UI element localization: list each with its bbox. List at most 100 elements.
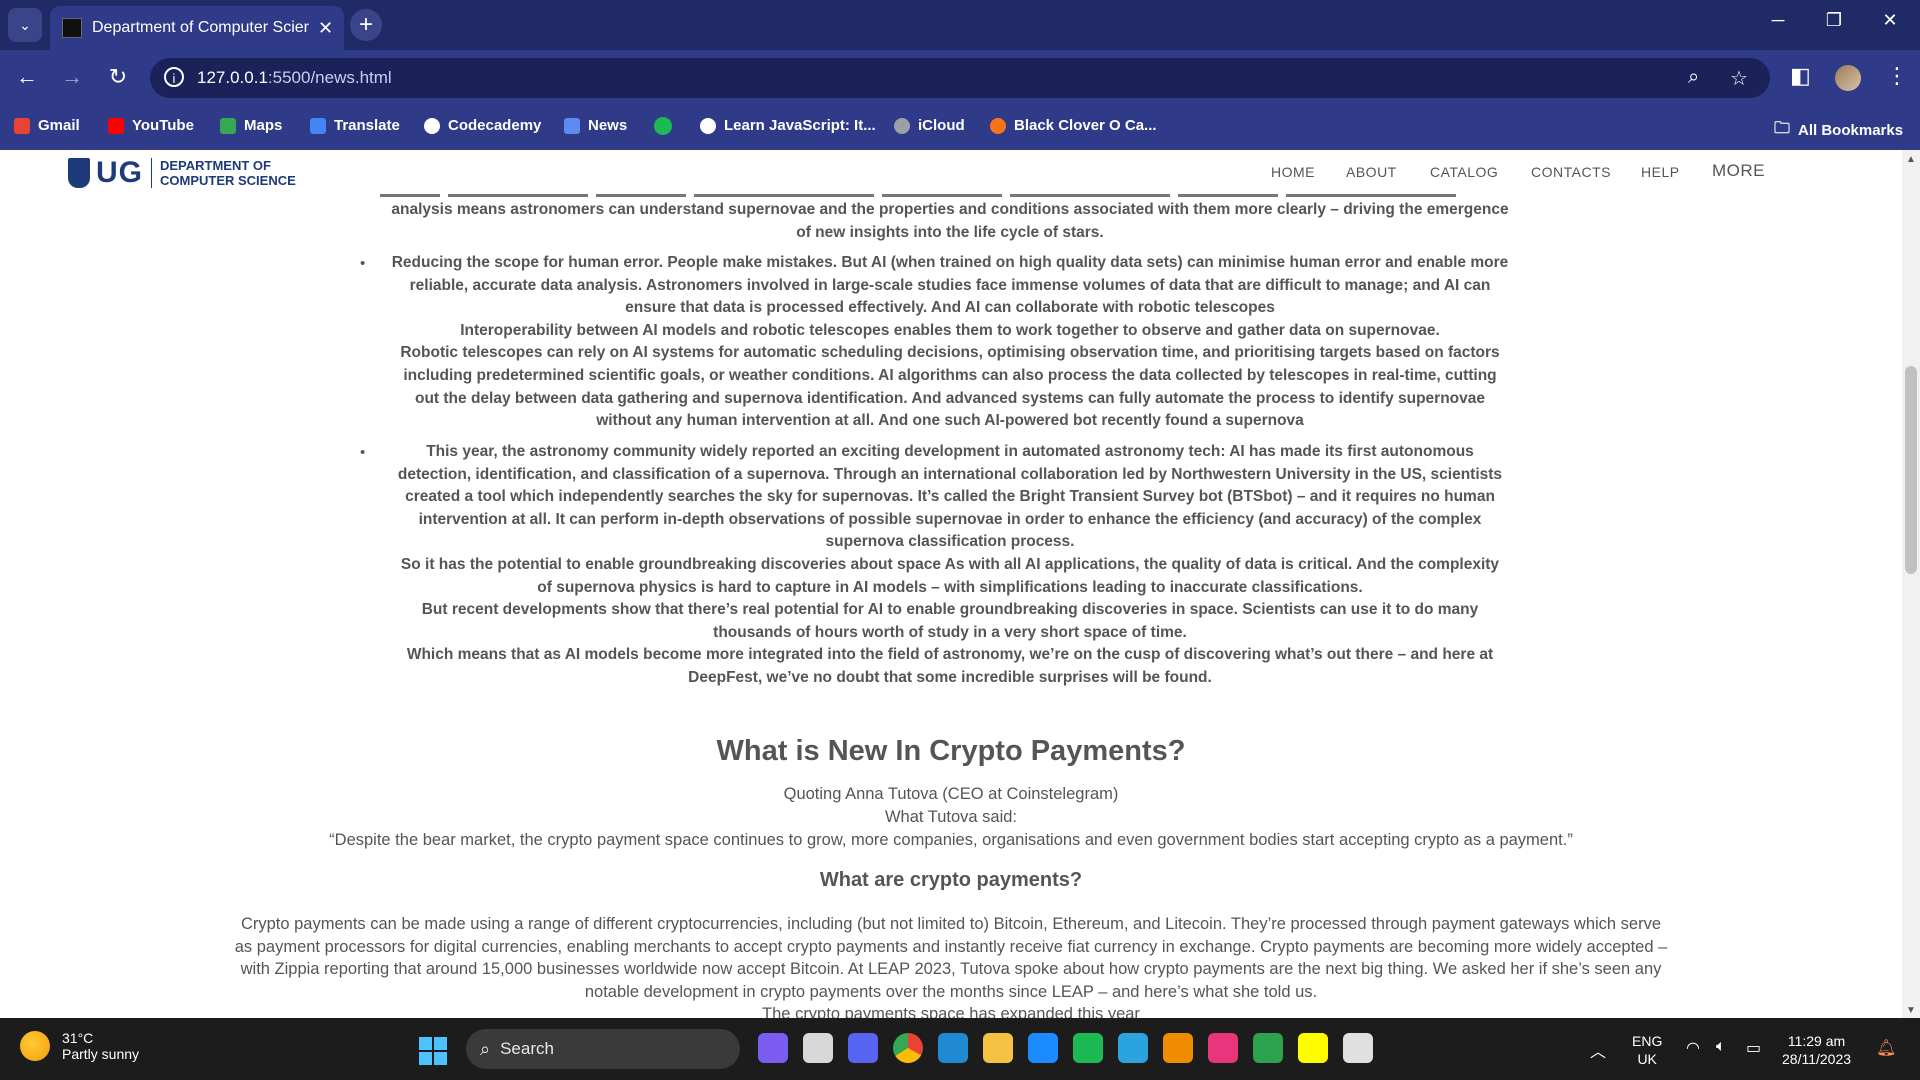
vlc-icon[interactable] — [1163, 1033, 1193, 1063]
bookmark-label: Maps — [244, 117, 283, 134]
bookmark-star-icon[interactable]: ☆ — [1730, 66, 1748, 91]
text-line: with Zippia reporting that around 15,000… — [240, 960, 1662, 979]
university-crest-icon — [68, 158, 90, 188]
lang-line-1: ENG — [1632, 1033, 1663, 1049]
crunchyroll-icon — [990, 117, 1006, 134]
text-line: out the delay between data gathering and… — [414, 389, 1486, 407]
restore-window-icon[interactable]: ❐ — [1814, 10, 1854, 31]
crypto-section-heading: What is New In Crypto Payments? — [716, 735, 1186, 767]
bookmarks-bar: Gmail YouTube Maps Translate Codecademy … — [0, 106, 1920, 150]
nav-contacts[interactable]: CONTACTS — [1531, 164, 1611, 180]
windows-start-icon[interactable] — [419, 1037, 447, 1065]
bookmark-black-clover[interactable]: Black Clover O Ca... — [990, 117, 1157, 134]
text-line: of supernova physics is hard to capture … — [537, 578, 1363, 596]
wifi-icon[interactable]: ◠ — [1686, 1038, 1700, 1058]
nav-home[interactable]: HOME — [1271, 164, 1315, 180]
url-path: :5500/news.html — [267, 68, 392, 87]
page-scrollbar[interactable]: ▲ ▼ — [1902, 150, 1920, 1018]
weather-description: Partly sunny — [62, 1046, 140, 1062]
all-bookmarks-label: All Bookmarks — [1798, 122, 1904, 139]
time-text: 11:29 am — [1787, 1033, 1846, 1049]
scrollbar-thumb[interactable] — [1905, 366, 1917, 574]
url-host: 127.0.0.1 — [197, 68, 268, 87]
bookmark-gmail[interactable]: Gmail — [14, 117, 80, 134]
url-text[interactable]: 127.0.0.1:5500/news.html — [197, 68, 392, 88]
site-header: UG DEPARTMENT OF COMPUTER SCIENCE HOME A… — [0, 150, 1902, 194]
bullet-btsbot: This year, the astronomy community widel… — [370, 441, 1530, 690]
bookmark-learn-javascript[interactable]: Learn JavaScript: It... — [700, 117, 876, 134]
nav-about[interactable]: ABOUT — [1346, 164, 1397, 180]
bookmark-label: News — [588, 117, 628, 134]
copilot-icon[interactable] — [758, 1033, 788, 1063]
taskbar-search[interactable]: ⌕ Search — [466, 1029, 740, 1069]
language-indicator[interactable]: ENG UK — [1632, 1032, 1662, 1068]
snapchat-icon[interactable] — [1298, 1033, 1328, 1063]
clock[interactable]: 11:29 am 28/11/2023 — [1782, 1032, 1851, 1068]
git-icon[interactable] — [1253, 1033, 1283, 1063]
active-tab[interactable]: Department of Computer Scier ✕ — [50, 6, 344, 50]
browser-tab-strip: ⌄ Department of Computer Scier ✕ + ─ ❐ ✕ — [0, 0, 1920, 50]
forward-arrow-icon[interactable]: → — [57, 64, 87, 90]
bookmark-label: Translate — [334, 117, 400, 134]
zoom-icon[interactable]: ⌕ — [1688, 66, 1699, 89]
logo-dept-text: DEPARTMENT OF COMPUTER SCIENCE — [160, 158, 296, 188]
battery-icon[interactable]: ▭ — [1746, 1038, 1761, 1058]
bookmark-news[interactable]: News — [564, 117, 627, 134]
side-panel-icon[interactable]: ◧ — [1790, 63, 1811, 89]
volume-icon[interactable]: 🔈︎ — [1716, 1038, 1726, 1056]
telegram-icon[interactable] — [1118, 1033, 1148, 1063]
text-line: This year, the astronomy community widel… — [426, 443, 1474, 460]
site-logo[interactable]: UG DEPARTMENT OF COMPUTER SCIENCE — [68, 156, 296, 190]
reload-icon[interactable]: ↻ — [103, 64, 133, 90]
bookmark-label: Black Clover O Ca... — [1014, 117, 1157, 134]
partly-sunny-icon — [20, 1031, 50, 1061]
tab-search-button[interactable]: ⌄ — [8, 8, 42, 42]
scroll-down-icon[interactable]: ▼ — [1906, 1005, 1916, 1016]
intellij-icon[interactable] — [1208, 1033, 1238, 1063]
scroll-up-icon[interactable]: ▲ — [1906, 154, 1916, 165]
bookmark-codecademy[interactable]: Codecademy — [424, 117, 541, 134]
bookmark-spotify[interactable] — [654, 117, 680, 135]
text-line: ensure that data is processed effectivel… — [625, 299, 1275, 317]
nav-help[interactable]: HELP — [1641, 164, 1680, 180]
text-line: of new insights into the life cycle of s… — [796, 223, 1104, 241]
bookmark-youtube[interactable]: YouTube — [108, 117, 194, 134]
browser-toolbar: ← → ↻ i 127.0.0.1:5500/news.html ⌕ ☆ ◧ ⋮ — [0, 50, 1920, 106]
app-store-icon[interactable] — [1028, 1033, 1058, 1063]
chevron-down-icon: ⌄ — [19, 16, 31, 33]
profile-avatar[interactable] — [1835, 65, 1861, 91]
site-info-icon[interactable]: i — [164, 67, 184, 87]
text-line: analysis means astronomers can understan… — [391, 201, 1509, 218]
file-stack-icon[interactable] — [803, 1033, 833, 1063]
address-bar[interactable]: i 127.0.0.1:5500/news.html ⌕ ☆ — [150, 58, 1770, 98]
cursor-icon[interactable] — [1343, 1033, 1373, 1063]
close-tab-icon[interactable]: ✕ — [318, 18, 333, 39]
discord-icon[interactable] — [848, 1033, 878, 1063]
more-menu-icon[interactable]: ⋮ — [1886, 63, 1908, 89]
vscode-icon[interactable] — [938, 1033, 968, 1063]
all-bookmarks-button[interactable]: 🗀 All Bookmarks — [1774, 117, 1903, 144]
close-window-icon[interactable]: ✕ — [1870, 10, 1910, 31]
bookmark-translate[interactable]: Translate — [310, 117, 400, 134]
bullet-reducing-human-error: Reducing the scope for human error. Peop… — [370, 252, 1530, 433]
crypto-paragraph: Crypto payments can be made using a rang… — [190, 913, 1712, 1018]
new-tab-button[interactable]: + — [350, 9, 382, 41]
back-arrow-icon[interactable]: ← — [12, 64, 42, 90]
spotify-icon[interactable] — [1073, 1033, 1103, 1063]
text-line: Reducing the scope for human error. Peop… — [391, 254, 1509, 271]
windows-taskbar: 31°C Partly sunny ⌕ Search ︿ ENG UK ◠ 🔈︎… — [0, 1018, 1920, 1080]
minimize-window-icon[interactable]: ─ — [1758, 10, 1798, 31]
globe-icon — [424, 117, 440, 134]
file-explorer-icon[interactable] — [983, 1033, 1013, 1063]
text-line: The crypto payments space has expanded t… — [762, 1005, 1140, 1018]
chrome-icon[interactable] — [893, 1033, 923, 1063]
weather-widget[interactable]: 31°C Partly sunny — [20, 1030, 139, 1062]
text-line: without any human intervention at all. A… — [596, 412, 1304, 430]
notification-bell-icon[interactable]: 🔔︎ — [1876, 1038, 1896, 1058]
show-hidden-icons-chevron-icon[interactable]: ︿ — [1590, 1038, 1606, 1062]
bookmark-icloud[interactable]: iCloud — [894, 117, 965, 134]
nav-catalog[interactable]: CATALOG — [1430, 164, 1498, 180]
crypto-subheading: What are crypto payments? — [819, 869, 1083, 891]
nav-more[interactable]: MORE — [1712, 161, 1765, 181]
bookmark-maps[interactable]: Maps — [220, 117, 282, 134]
